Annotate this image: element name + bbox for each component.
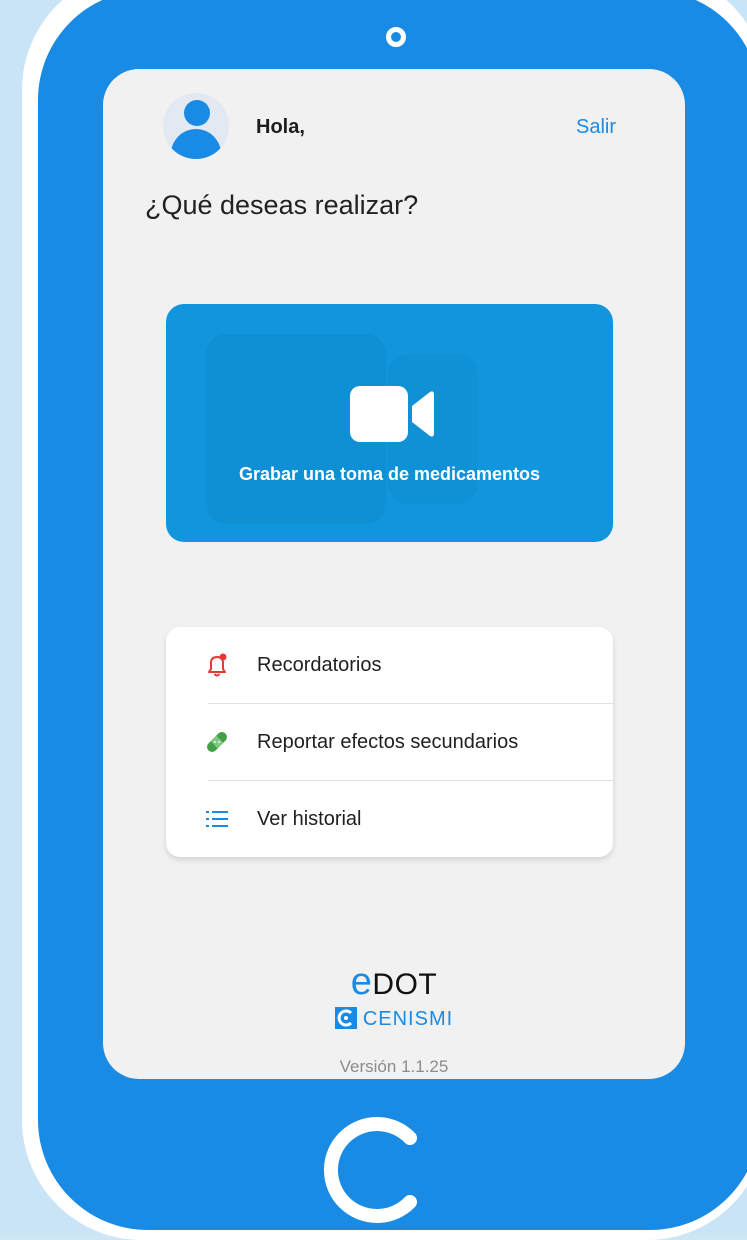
cenismi-logo: CENISMI: [103, 1007, 685, 1031]
menu-item-label: Ver historial: [257, 808, 362, 830]
edot-wordmark: eDOT: [351, 961, 438, 1003]
record-medication-label: Grabar una toma de medicamentos: [238, 464, 541, 484]
edot-name: DOT: [372, 968, 438, 1001]
options-menu: Recordatorios Reportar efectos secundari…: [166, 627, 613, 857]
app-header: Hola, Salir: [103, 69, 685, 179]
bandage-icon: [207, 732, 227, 752]
menu-item-history[interactable]: Ver historial: [166, 781, 613, 857]
cenismi-name: CENISMI: [362, 1008, 454, 1030]
menu-item-reminders[interactable]: Recordatorios: [166, 627, 613, 703]
edot-e: e: [350, 961, 373, 1003]
avatar-head-shape: [184, 100, 210, 126]
page-title: ¿Qué deseas realizar?: [145, 190, 419, 220]
edot-logo: eDOT: [103, 961, 685, 1004]
record-medication-button[interactable]: Grabar una toma de medicamentos: [166, 304, 613, 542]
front-camera: [386, 27, 406, 47]
list-icon: [206, 811, 228, 827]
menu-item-side-effects[interactable]: Reportar efectos secundarios: [166, 704, 613, 780]
logout-link[interactable]: Salir: [576, 116, 616, 139]
menu-item-label: Recordatorios: [257, 654, 382, 676]
cenismi-icon: [334, 1007, 357, 1029]
app-screen: Hola, Salir ¿Qué deseas realizar? Grabar…: [103, 69, 685, 1079]
video-camera-icon: [350, 386, 434, 442]
home-button-icon[interactable]: [318, 1110, 438, 1230]
greeting-text: Hola,: [256, 116, 305, 138]
avatar-body-shape: [171, 129, 221, 159]
version-text: Versión 1.1.25: [339, 1057, 449, 1076]
menu-item-label: Reportar efectos secundarios: [257, 731, 519, 753]
avatar: [163, 93, 229, 159]
bell-alert-icon: [208, 653, 227, 677]
